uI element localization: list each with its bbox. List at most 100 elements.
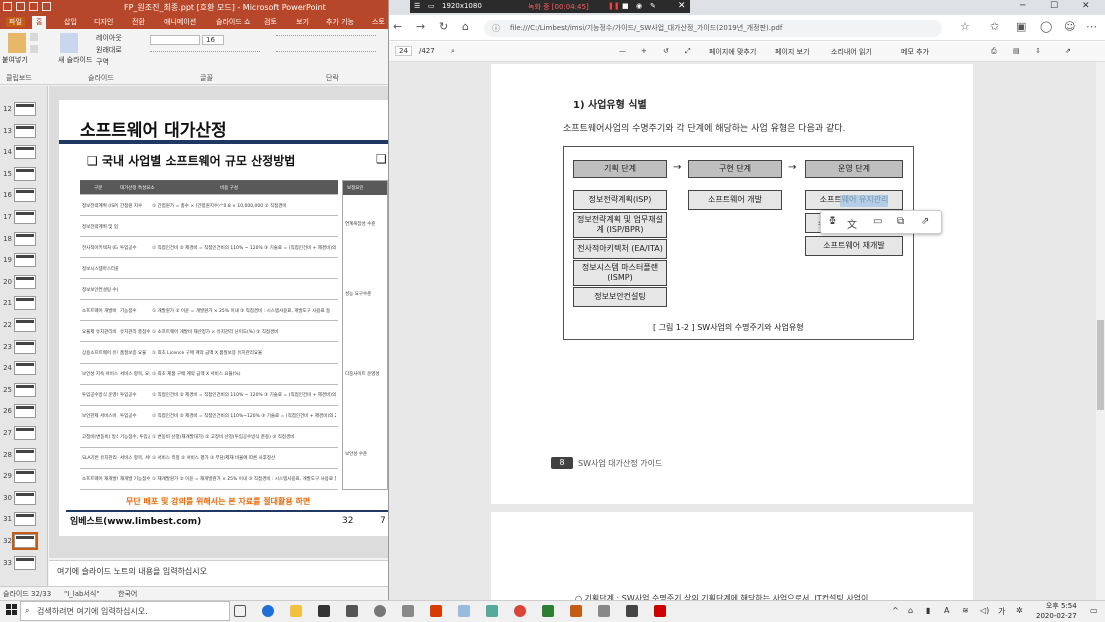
add-note-button[interactable]: 메모 추가 [901, 47, 929, 57]
slide-thumbnail[interactable] [14, 361, 36, 376]
home-icon[interactable]: ⌂ [462, 20, 469, 33]
app-icon[interactable] [542, 605, 554, 617]
refresh-icon[interactable]: ↻ [439, 20, 448, 33]
slide-thumbnail[interactable] [12, 532, 38, 550]
slide-thumbnail[interactable] [14, 123, 36, 138]
settings-icon[interactable] [374, 605, 386, 617]
tab-slideshow[interactable]: 슬라이드 쇼 [216, 17, 250, 27]
task-view-icon[interactable] [234, 605, 246, 617]
taskbar-clock[interactable]: 오후 5:54 2020-02-27 [1036, 601, 1077, 621]
pdf-next-page[interactable] [491, 512, 973, 600]
mail-icon[interactable] [346, 605, 358, 617]
list-buttons[interactable] [276, 35, 376, 44]
slide-thumbnail[interactable] [14, 253, 36, 268]
share-icon[interactable]: ⇗ [1065, 47, 1071, 55]
copy-icon[interactable] [30, 45, 38, 53]
highlight-icon[interactable]: ꔁ [829, 216, 836, 227]
notification-icon[interactable]: ▭ [1090, 606, 1098, 615]
chrome-icon[interactable] [514, 605, 526, 617]
slide-thumbnail[interactable] [14, 404, 36, 419]
copy-icon[interactable]: ⧉ [897, 216, 904, 227]
cut-icon[interactable] [30, 33, 38, 41]
recorder-app-icon[interactable] [654, 605, 666, 617]
camera-icon[interactable]: ◉ [636, 2, 642, 10]
network-icon[interactable]: ⌂ [908, 606, 913, 615]
pdf-scrollbar-thumb[interactable] [1097, 320, 1104, 410]
tab-file[interactable]: 파일 [6, 17, 25, 27]
font-name-select[interactable] [150, 35, 200, 45]
app-icon[interactable] [458, 605, 470, 617]
slide-notes-pane[interactable]: 여기에 슬라이드 노트의 내용을 입력하십시오 [49, 560, 388, 586]
page-number-input[interactable]: 24 [395, 46, 412, 56]
status-language[interactable]: 한국어 [118, 589, 137, 599]
tab-review[interactable]: 검토 [264, 17, 277, 27]
close-icon[interactable]: ✕ [678, 1, 686, 11]
slide-thumbnail[interactable] [14, 231, 36, 246]
slide-thumbnail[interactable] [14, 426, 36, 440]
favorites-bar-icon[interactable]: ✩ [990, 20, 999, 33]
info-icon[interactable]: ⓘ [492, 23, 500, 34]
slide-thumbnail[interactable] [14, 447, 36, 462]
tab-transitions[interactable]: 전환 [132, 17, 145, 27]
font-format-buttons[interactable] [150, 51, 260, 60]
file-explorer-icon[interactable] [290, 605, 302, 617]
edge-browser-icon[interactable] [262, 605, 274, 617]
new-slide-button[interactable]: 새 슬라이드 [58, 55, 92, 65]
read-aloud-button[interactable]: 소리내어 읽기 [831, 47, 872, 57]
slide-thumbnail[interactable] [14, 512, 36, 527]
align-buttons[interactable] [276, 51, 376, 60]
fullscreen-icon[interactable]: ⤢ [685, 47, 691, 56]
powerpoint-icon[interactable] [570, 605, 582, 617]
volume-icon[interactable]: ◁) [980, 606, 989, 615]
new-slide-icon[interactable] [60, 33, 78, 53]
stop-icon[interactable]: ■ [622, 2, 629, 10]
comment-icon[interactable]: ▭ [873, 216, 882, 227]
slide-thumbnail[interactable] [14, 145, 36, 160]
reset-button[interactable]: 원래대로 [96, 45, 122, 55]
chevron-up-icon[interactable]: ^ [892, 606, 899, 615]
paste-icon[interactable] [8, 33, 26, 53]
pdf-search-icon[interactable]: ⌕ [451, 47, 455, 56]
language-icon[interactable]: 가 [998, 606, 1005, 617]
tab-design[interactable]: 디자인 [94, 17, 113, 27]
save-icon[interactable] [16, 2, 25, 11]
slide-thumbnail[interactable] [14, 339, 36, 354]
slide-thumbnail[interactable] [14, 296, 36, 311]
app-icon[interactable] [486, 605, 498, 617]
maximize-icon[interactable]: ☐ [1050, 1, 1058, 11]
paste-button[interactable]: 붙여넣기 [2, 55, 28, 65]
redo-icon[interactable] [42, 2, 51, 11]
slide-thumbnail[interactable] [14, 318, 36, 332]
slide-thumbnail[interactable] [14, 102, 36, 116]
zoom-out-icon[interactable]: — [619, 47, 626, 55]
wifi-icon[interactable]: ≋ [962, 606, 969, 615]
slide-thumbnail-pane[interactable]: 12 13 14 15 16 17 18 19 20 21 22 23 24 25 26 27 28 29 30 31… [0, 86, 48, 586]
rotate-icon[interactable]: ↺ [663, 47, 669, 55]
slide-thumbnail[interactable] [14, 490, 36, 505]
favorite-star-icon[interactable]: ☆ [960, 20, 970, 33]
url-text[interactable]: file:///C:/Limbest/imsi/기능정수/가이드/_SW사업_대… [510, 23, 782, 33]
windows-start-button[interactable] [6, 604, 18, 616]
translate-icon[interactable]: 文 [847, 216, 857, 231]
emoji-icon[interactable]: ☺ [1064, 20, 1075, 33]
office-icon[interactable] [430, 605, 442, 617]
tab-animations[interactable]: 애니메이션 [164, 17, 196, 27]
app-icon[interactable] [626, 605, 638, 617]
taskbar-search-box[interactable]: ⌕ 검색하려면 여기에 입력하십시오. [20, 601, 230, 621]
battery-icon[interactable]: ▮ [926, 606, 930, 615]
slide-subtitle[interactable]: ❑ 국내 사업별 소프트웨어 규모 산정방법 [87, 152, 295, 169]
collections-icon[interactable]: ▣ [1016, 20, 1026, 33]
slide-adjustment-table[interactable]: 보정요인 연계복잡성 수준 성능 요구수준 다중사이트 운영성 보안성 수준 [342, 180, 388, 490]
store-icon[interactable] [318, 605, 330, 617]
slide-cost-table[interactable]: 구분 대가산정 특성요소 비용 구성 정보전략계획 (ISP) 수립비간접원 지… [80, 180, 338, 490]
slide-thumbnail[interactable] [14, 210, 36, 224]
slide-title[interactable]: 소프트웨어 대가산정 [80, 116, 227, 141]
minimize-icon[interactable]: ─ [1020, 1, 1025, 11]
section-button[interactable]: 구역 [96, 57, 109, 67]
tab-addins[interactable]: 추가 기능 [326, 17, 354, 27]
forward-icon[interactable]: → [416, 20, 425, 33]
app-icon[interactable] [598, 605, 610, 617]
recorder-menu-icon[interactable]: ☰ [414, 2, 420, 10]
tab-home[interactable]: 홈 [32, 16, 47, 29]
slide-thumbnail[interactable] [14, 166, 36, 181]
